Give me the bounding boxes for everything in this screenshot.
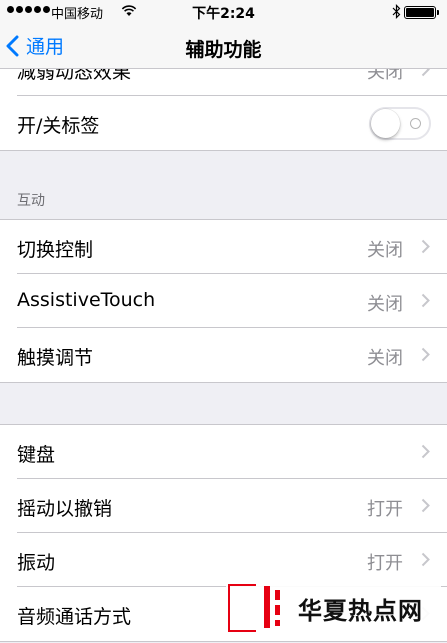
row-label: 减弱动态效果 xyxy=(17,69,132,83)
chevron-right-icon xyxy=(421,69,430,77)
chevron-right-icon xyxy=(421,498,430,513)
chevron-right-icon xyxy=(421,239,430,254)
clock: 下午2:24 xyxy=(192,6,255,22)
settings-list[interactable]: 减弱动态效果 关闭 开/关标签 互动 切换控制 关闭 AssistiveTouc… xyxy=(0,69,447,643)
list-item-reduce-motion[interactable]: 减弱动态效果 关闭 xyxy=(17,69,447,96)
row-label: 键盘 xyxy=(17,444,56,466)
row-label: 切换控制 xyxy=(17,239,94,261)
list-item-touch-accommodations[interactable]: 触摸调节 关闭 xyxy=(17,328,447,382)
row-value: 关闭 xyxy=(367,240,403,261)
chevron-right-icon xyxy=(421,444,430,459)
row-label: 振动 xyxy=(17,552,56,574)
list-item-assistivetouch[interactable]: AssistiveTouch 关闭 xyxy=(17,274,447,328)
settings-group-display: 减弱动态效果 关闭 开/关标签 xyxy=(0,69,447,151)
watermark-text: 华夏热点网 xyxy=(298,597,423,625)
row-label: 开/关标签 xyxy=(17,115,100,137)
page-title: 辅助功能 xyxy=(185,39,262,61)
toggle-knob xyxy=(371,109,400,138)
bluetooth-icon xyxy=(392,4,401,19)
on-off-labels-toggle[interactable] xyxy=(369,107,431,140)
section-header-label: 互动 xyxy=(17,193,45,209)
row-value: 关闭 xyxy=(367,348,403,369)
watermark-logo-icon xyxy=(264,586,284,628)
list-item-shake-to-undo[interactable]: 摇动以撤销 打开 xyxy=(17,479,447,533)
row-value: 打开 xyxy=(367,499,403,520)
section-header-interaction: 互动 xyxy=(0,151,447,219)
off-label-icon xyxy=(410,118,421,129)
list-item-keyboard[interactable]: 键盘 xyxy=(17,425,447,479)
row-value: 关闭 xyxy=(367,69,403,83)
list-item-vibration[interactable]: 振动 打开 xyxy=(17,533,447,587)
row-label: AssistiveTouch xyxy=(17,289,156,311)
row-label: 触摸调节 xyxy=(17,347,94,369)
list-item-switch-control[interactable]: 切换控制 关闭 xyxy=(17,220,447,274)
row-value: 关闭 xyxy=(367,294,403,315)
watermark: 华夏热点网 xyxy=(226,582,441,636)
navigation-bar: 通用 辅助功能 xyxy=(0,24,447,69)
chevron-right-icon xyxy=(421,293,430,308)
watermark-frame-icon xyxy=(228,584,256,632)
row-label: 音频通话方式 xyxy=(17,606,132,628)
chevron-right-icon xyxy=(421,347,430,362)
settings-group-interaction: 切换控制 关闭 AssistiveTouch 关闭 触摸调节 关闭 xyxy=(0,219,447,383)
row-label: 摇动以撤销 xyxy=(17,498,113,520)
row-value: 打开 xyxy=(367,553,403,574)
battery-icon xyxy=(404,6,439,19)
list-item-on-off-labels[interactable]: 开/关标签 xyxy=(17,96,447,150)
chevron-right-icon xyxy=(421,552,430,567)
status-bar: 中国移动 下午2:24 xyxy=(0,0,447,24)
